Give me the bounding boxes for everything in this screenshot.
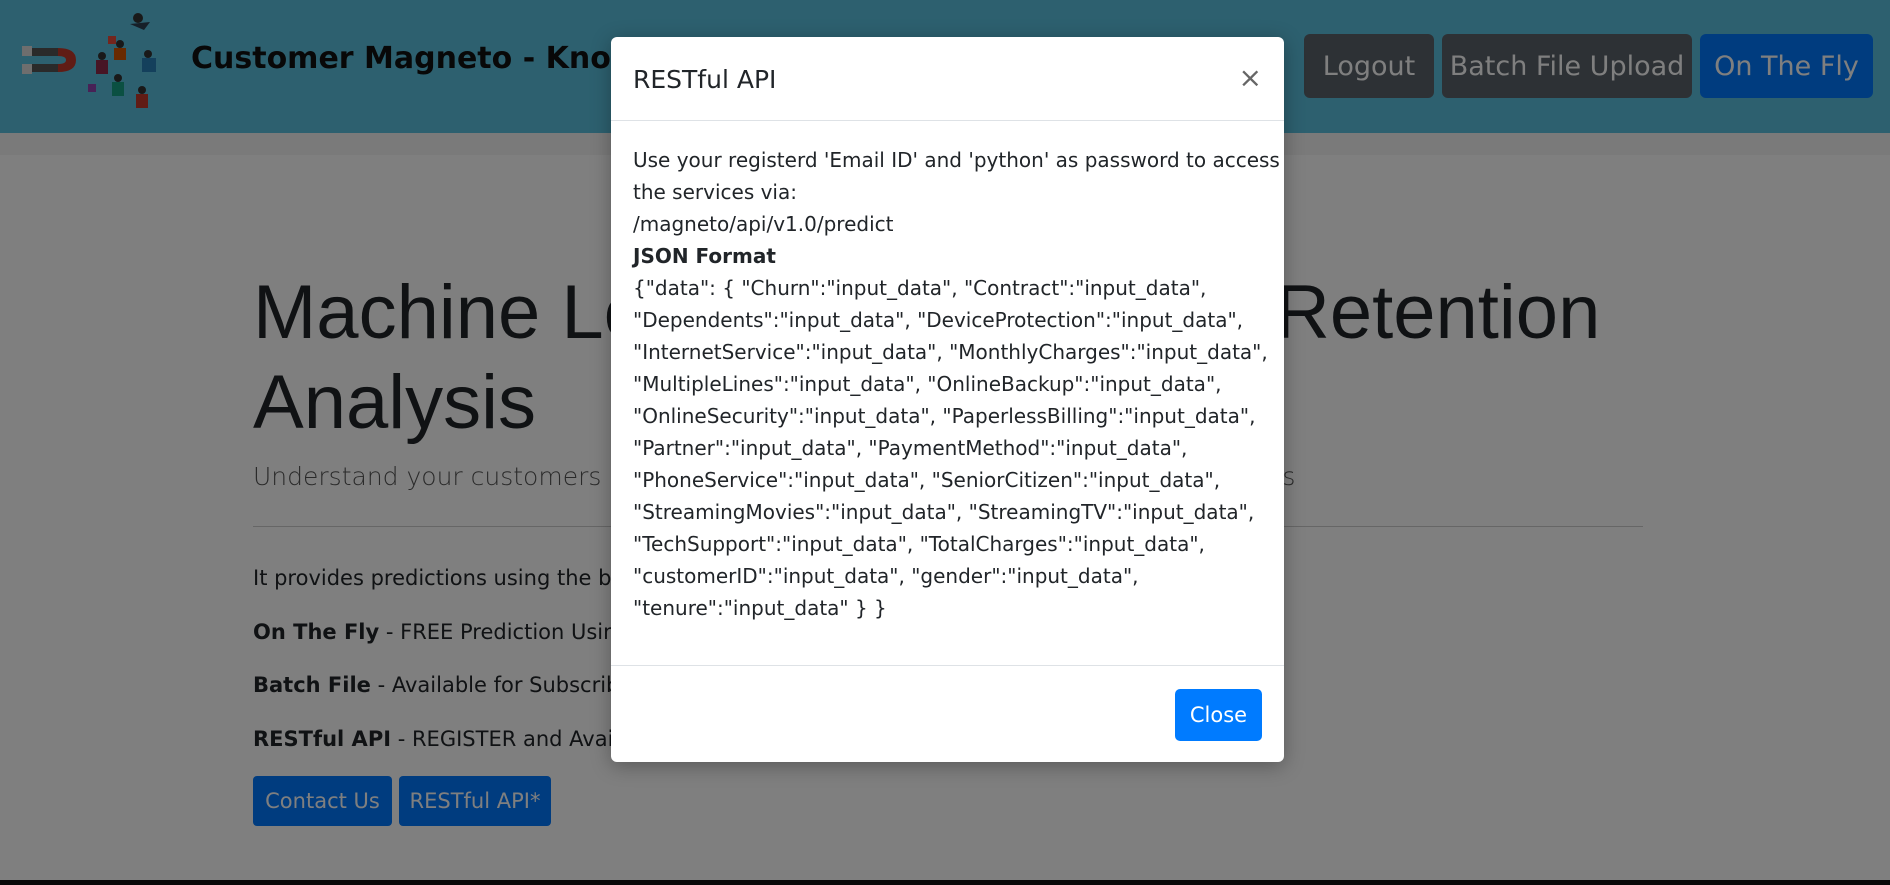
json-line: "tenure":"input_data" } }	[633, 596, 887, 620]
close-icon[interactable]: ×	[1239, 61, 1262, 94]
json-line: "customerID":"input_data", "gender":"inp…	[633, 564, 1139, 588]
restful-api-modal: RESTful API × Use your registerd 'Email …	[611, 37, 1284, 762]
json-line: "StreamingMovies":"input_data", "Streami…	[633, 500, 1255, 524]
json-line: "MultipleLines":"input_data", "OnlineBac…	[633, 372, 1222, 396]
json-line: {"data": { "Churn":"input_data", "Contra…	[633, 276, 1207, 300]
json-line: "Dependents":"input_data", "DeviceProtec…	[633, 308, 1244, 332]
json-format-heading: JSON Format	[633, 244, 776, 268]
close-button[interactable]: Close	[1175, 689, 1262, 741]
modal-footer: Close	[611, 665, 1284, 762]
json-line: "OnlineSecurity":"input_data", "Paperles…	[633, 404, 1256, 428]
api-endpoint: /magneto/api/v1.0/predict	[633, 212, 894, 236]
json-line: "TechSupport":"input_data", "TotalCharge…	[633, 532, 1205, 556]
modal-body: Use your registerd 'Email ID' and 'pytho…	[633, 144, 1280, 624]
json-line: "Partner":"input_data", "PaymentMethod":…	[633, 436, 1188, 460]
modal-body-line: Use your registerd 'Email ID' and 'pytho…	[633, 148, 1280, 172]
modal-header: RESTful API ×	[611, 37, 1284, 121]
modal-body-line: the services via:	[633, 180, 797, 204]
json-line: "PhoneService":"input_data", "SeniorCiti…	[633, 468, 1221, 492]
modal-title: RESTful API	[633, 65, 777, 94]
json-line: "InternetService":"input_data", "Monthly…	[633, 340, 1268, 364]
